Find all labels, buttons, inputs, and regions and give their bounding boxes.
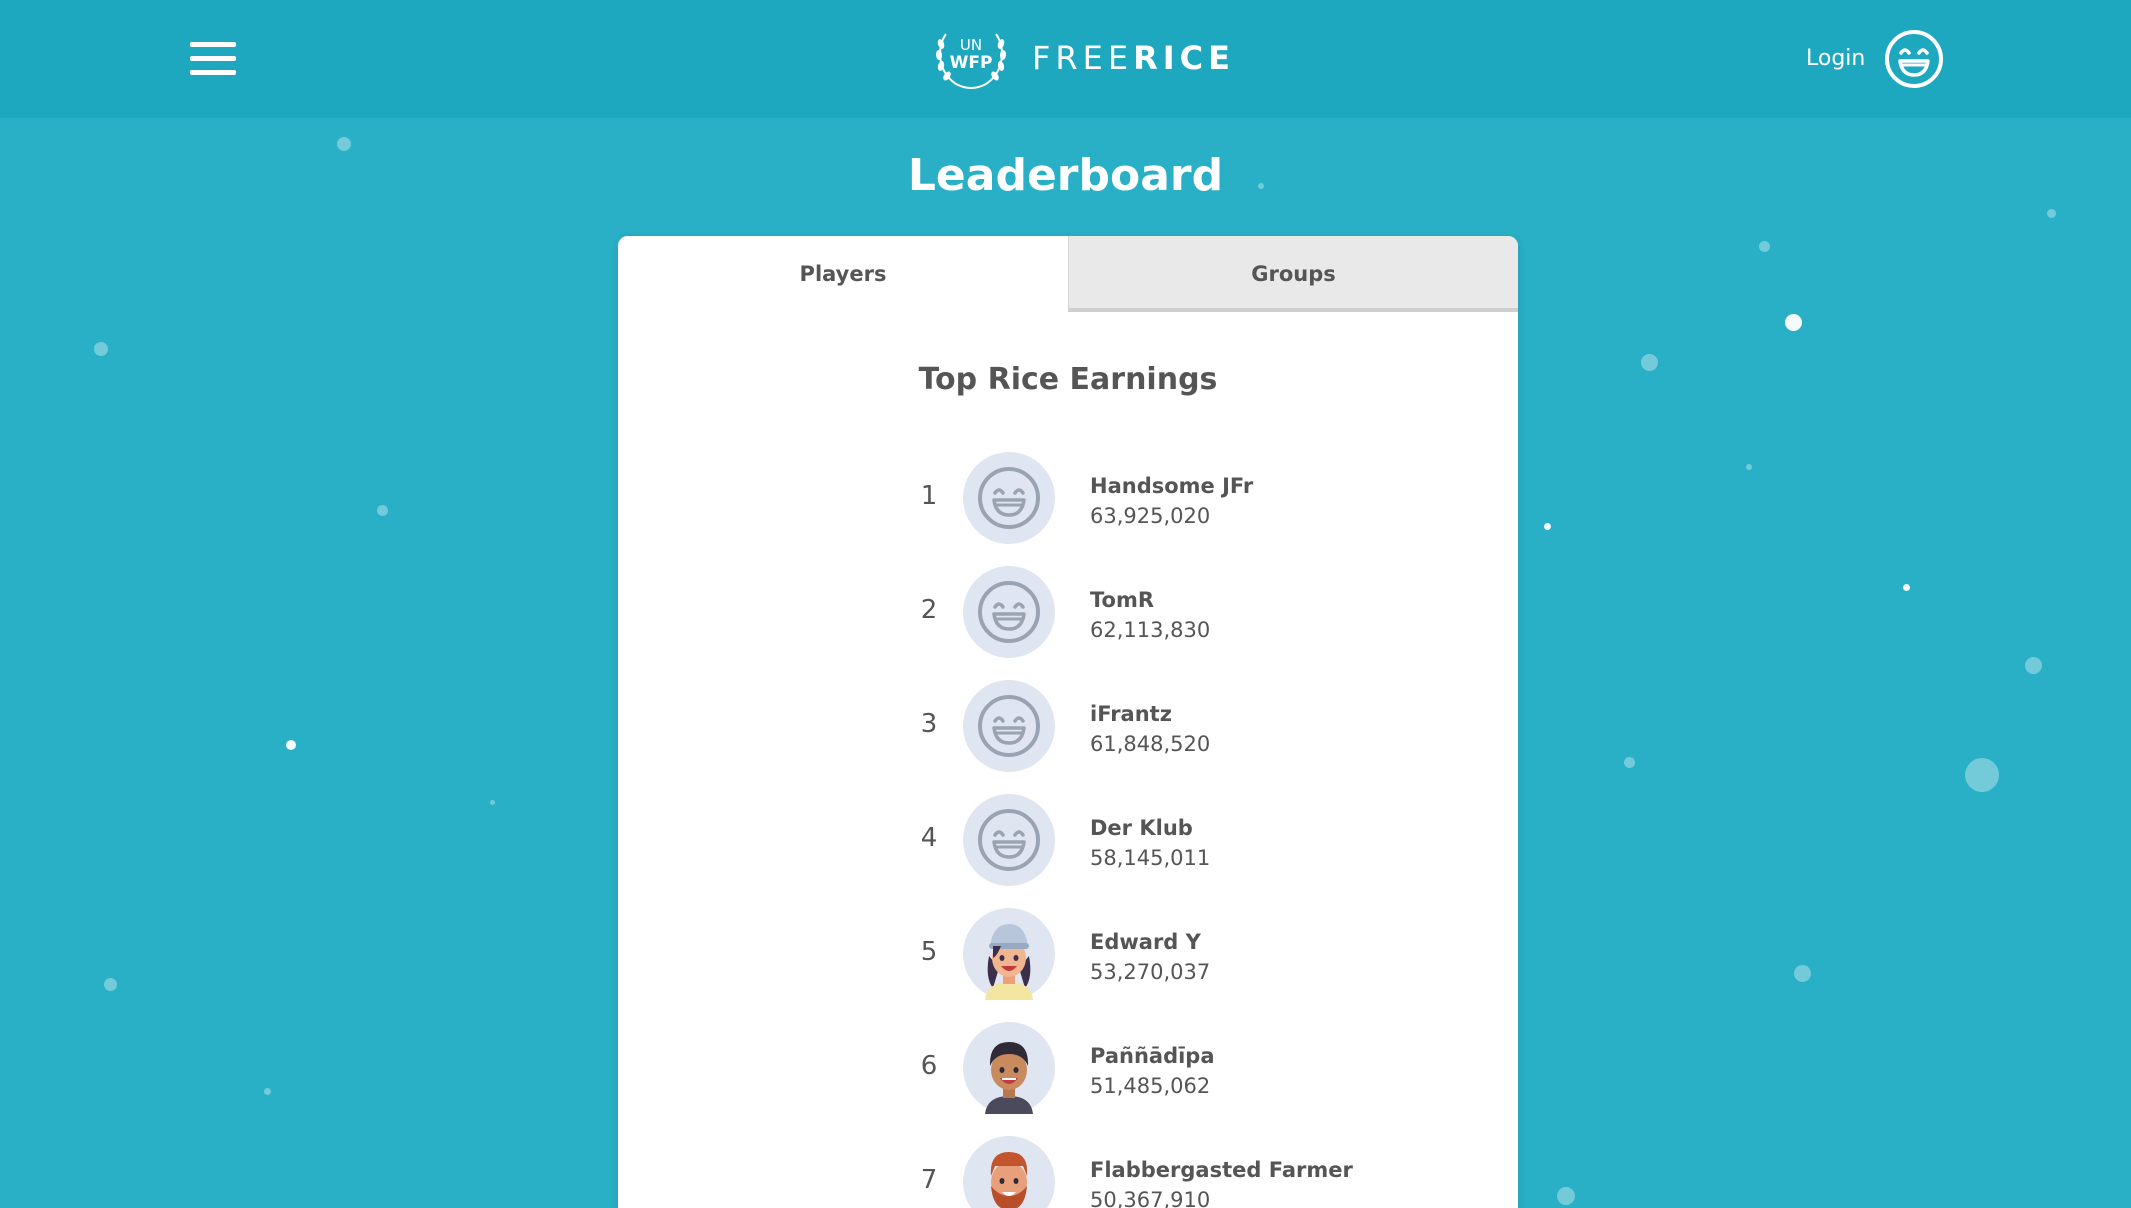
bubble-decoration [1903,584,1910,591]
player-score: 51,485,062 [1090,1074,1211,1098]
default-smiley-avatar-icon [963,794,1055,886]
bubble-decoration [1624,757,1635,768]
player-score: 58,145,011 [1090,846,1211,870]
leaderboard-row[interactable]: 2 TomR 62,113,830 [618,562,1518,662]
default-smiley-avatar-icon [963,680,1055,772]
bubble-decoration [94,342,108,356]
player-name: iFrantz [1090,702,1172,726]
rank-number: 6 [920,1051,938,1081]
svg-text:UN: UN [960,36,982,54]
bubble-decoration [1759,241,1770,252]
player-score: 63,925,020 [1090,504,1211,528]
rank-number: 2 [920,595,938,625]
rank-number: 4 [920,823,938,853]
player-name: TomR [1090,588,1155,612]
leaderboard-card: Players Groups Top Rice Earnings 1 Hands… [618,236,1518,1208]
player-score: 62,113,830 [1090,618,1211,642]
section-title: Top Rice Earnings [918,362,1218,397]
player-score: 61,848,520 [1090,732,1211,756]
player-name: Handsome JFr [1090,474,1254,498]
player-name: Paññādīpa [1090,1044,1215,1068]
boy-dark-hair-avatar-icon [963,1022,1055,1114]
hamburger-menu-icon[interactable] [190,42,236,76]
bubble-decoration [2025,657,2042,674]
bubble-decoration [286,740,296,750]
rank-number: 7 [920,1165,938,1195]
leaderboard-row[interactable]: 7 Flabbergasted Farmer 50,367,910 [618,1132,1518,1208]
player-score: 50,367,910 [1090,1188,1211,1208]
bubble-decoration [104,978,117,991]
bubble-decoration [1785,314,1802,331]
freerice-logo[interactable]: UN WFP FREERICE [932,24,1230,94]
bubble-decoration [1965,758,1999,792]
bubble-decoration [1641,354,1658,371]
page: UN WFP FREERICE Login Leaderboard Player… [0,0,2131,1208]
tab-groups[interactable]: Groups [1068,236,1518,312]
bubble-decoration [1544,523,1551,530]
tab-players[interactable]: Players [618,236,1068,312]
bubble-decoration [377,505,388,516]
player-name: Edward Y [1090,930,1201,954]
default-smiley-avatar-icon [963,566,1055,658]
leaderboard-row[interactable]: 6 Paññādīpa 51,485,062 [618,1018,1518,1118]
bubble-decoration [1794,965,1811,982]
leaderboard-row[interactable]: 3 iFrantz 61,848,520 [618,676,1518,776]
freerice-wordmark: FREERICE [1032,39,1235,77]
default-smiley-avatar-icon [963,452,1055,544]
leaderboard-row[interactable]: 1 Handsome JFr 63,925,020 [618,448,1518,548]
bubble-decoration [264,1088,271,1095]
top-navigation-bar: UN WFP FREERICE Login [0,0,2131,118]
leaderboard-row[interactable]: 5 Edward Y 53,270,037 [618,904,1518,1004]
girl-with-cap-avatar-icon [963,908,1055,1000]
bubble-decoration [490,800,495,805]
page-title: Leaderboard [907,150,1224,201]
player-name: Der Klub [1090,816,1193,840]
svg-text:WFP: WFP [950,53,993,73]
player-name: Flabbergasted Farmer [1090,1158,1353,1182]
bubble-decoration [2047,209,2056,218]
user-smiley-icon[interactable] [1884,29,1944,89]
bearded-farmer-avatar-icon [963,1136,1055,1208]
rank-number: 1 [920,481,938,511]
rank-number: 5 [920,937,938,967]
login-link[interactable]: Login [1806,44,1865,74]
rank-number: 3 [920,709,938,739]
player-score: 53,270,037 [1090,960,1211,984]
leaderboard-row[interactable]: 4 Der Klub 58,145,011 [618,790,1518,890]
bubble-decoration [1557,1187,1575,1205]
un-wreath-icon: UN WFP [935,33,1007,89]
bubble-decoration [1746,464,1752,470]
